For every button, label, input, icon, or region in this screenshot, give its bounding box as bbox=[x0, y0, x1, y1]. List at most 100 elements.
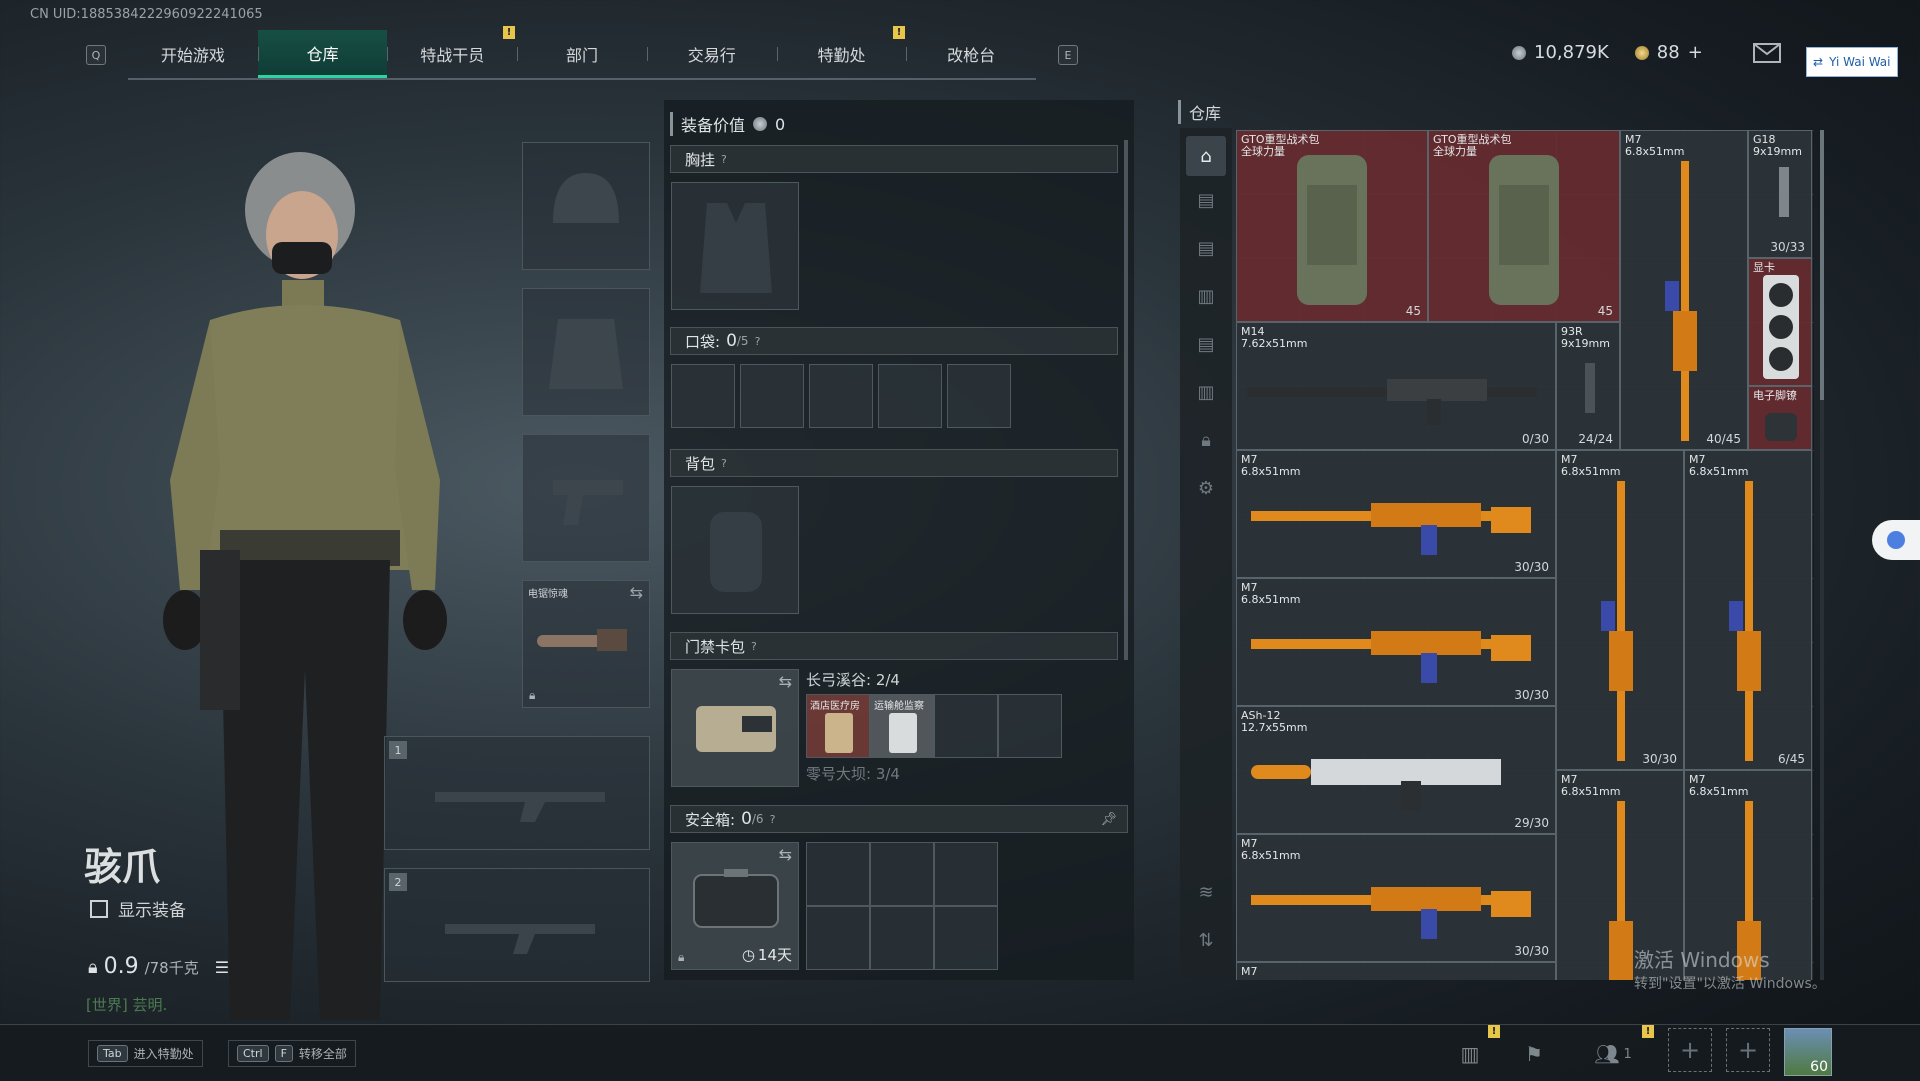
warehouse-item[interactable]: M7 6.8x51mm 30/30 bbox=[1236, 834, 1556, 962]
tab-special-ops[interactable]: 特勤处 bbox=[776, 30, 907, 78]
equipment-scrollbar[interactable] bbox=[1124, 140, 1128, 660]
tab-department[interactable]: 部门 bbox=[517, 30, 647, 78]
warehouse-item[interactable]: 电子脚镣 bbox=[1748, 386, 1812, 450]
storage-tab-icon[interactable]: ▥ bbox=[1190, 376, 1222, 408]
storage-tab-icon[interactable]: ▤ bbox=[1190, 184, 1222, 216]
user-name: Yi Wai Wai bbox=[1829, 55, 1891, 69]
assistant-float-button[interactable] bbox=[1872, 520, 1920, 560]
keycard-dam-count: 零号大坝: 3/4 bbox=[806, 765, 900, 783]
warehouse-item[interactable]: GTO重型战术包 全球力量 45 bbox=[1236, 130, 1428, 322]
enter-special-ops-hint[interactable]: Tab 进入特勤处 bbox=[88, 1040, 203, 1067]
list-icon[interactable]: ☰ bbox=[215, 958, 229, 977]
melee-slot[interactable]: 电锯惊魂 ⇆ 🔒︎ bbox=[522, 580, 650, 708]
stats-icon[interactable]: ▥ bbox=[1456, 1040, 1484, 1068]
gear-icon[interactable]: ⚙ bbox=[1190, 472, 1222, 504]
show-equipment-checkbox[interactable] bbox=[90, 899, 108, 918]
tab-trading[interactable]: 交易行 bbox=[646, 30, 777, 78]
world-chat-message[interactable]: [世界] 芸明. bbox=[86, 994, 167, 1015]
sidearm-slot[interactable] bbox=[522, 434, 650, 562]
safebox-slot[interactable]: ⇆ 🔒︎ ◷ 14天 bbox=[671, 842, 799, 970]
warehouse-home-icon[interactable]: ⌂ bbox=[1186, 136, 1226, 176]
backpack-slot[interactable] bbox=[671, 486, 799, 614]
pocket-slot[interactable] bbox=[671, 364, 735, 428]
swap-icon[interactable]: ⇆ bbox=[630, 583, 643, 602]
equipment-value: 0 bbox=[775, 114, 786, 134]
scroll-thumb[interactable] bbox=[1820, 130, 1824, 400]
tab-warehouse[interactable]: 仓库 bbox=[257, 30, 388, 78]
sort-icon[interactable]: ⇅ bbox=[1190, 924, 1222, 956]
keycard-slot[interactable] bbox=[998, 694, 1062, 758]
help-icon[interactable]: ? bbox=[721, 457, 727, 470]
safebox-grid-slot[interactable] bbox=[806, 842, 870, 906]
keycard-slot[interactable]: 运输舱监察 bbox=[870, 694, 934, 758]
safebox-grid-slot[interactable] bbox=[806, 906, 870, 970]
swap-icon[interactable]: ⇆ bbox=[779, 672, 792, 691]
warehouse-item[interactable]: M7 6.8x51mm 30/30 bbox=[1236, 450, 1556, 578]
armor-slot[interactable] bbox=[522, 288, 650, 416]
nav-right-key[interactable]: E bbox=[1058, 45, 1078, 65]
pin-icon[interactable]: 📌︎ bbox=[1100, 812, 1117, 827]
keycard-slot[interactable] bbox=[934, 694, 998, 758]
help-icon[interactable]: ? bbox=[721, 153, 727, 166]
pocket-slot[interactable] bbox=[809, 364, 873, 428]
player-avatar[interactable]: 60 bbox=[1784, 1028, 1832, 1076]
warehouse-item[interactable]: M14 7.62x51mm 0/30 bbox=[1236, 322, 1556, 450]
keycard-icon bbox=[889, 713, 917, 753]
show-equipment-toggle[interactable]: 显示装备 bbox=[90, 896, 186, 921]
nav-left-key[interactable]: Q bbox=[86, 45, 106, 65]
pocket-slot[interactable] bbox=[947, 364, 1011, 428]
warehouse-item[interactable]: GTO重型战术包 全球力量 45 bbox=[1428, 130, 1620, 322]
user-badge[interactable]: ⇄ Yi Wai Wai bbox=[1806, 47, 1898, 77]
tab-operators[interactable]: 特战干员 bbox=[387, 30, 517, 78]
safebox-grid-slot[interactable] bbox=[934, 842, 998, 906]
storage-tab-icon[interactable]: ▤ bbox=[1190, 328, 1222, 360]
help-icon[interactable]: ? bbox=[755, 335, 761, 348]
warehouse-scrollbar[interactable] bbox=[1820, 130, 1824, 980]
keycard-slot[interactable]: 酒店医疗房 bbox=[806, 694, 870, 758]
safebox-grid-slot[interactable] bbox=[934, 906, 998, 970]
warehouse-item[interactable]: ASh-12 12.7x55mm 29/30 bbox=[1236, 706, 1556, 834]
help-icon[interactable]: ? bbox=[770, 813, 776, 826]
item-count: 30/30 bbox=[1514, 688, 1549, 702]
flag-icon[interactable]: ⚑ bbox=[1520, 1040, 1548, 1068]
swap-icon[interactable]: ⇆ bbox=[779, 845, 792, 864]
friends-button[interactable]: 👥︎ 1 bbox=[1588, 1040, 1638, 1068]
keycard-case-slot[interactable]: ⇆ bbox=[671, 669, 799, 787]
safebox-grid-slot[interactable] bbox=[870, 906, 934, 970]
storage-tab-icon[interactable]: ▥ bbox=[1190, 280, 1222, 312]
storage-tab-icon[interactable]: ▤ bbox=[1190, 232, 1222, 264]
keycard-name: 运输舱监察 bbox=[874, 701, 924, 712]
keycard-case-header: 门禁卡包 ? bbox=[670, 632, 1118, 660]
layers-icon[interactable]: ≋ bbox=[1190, 876, 1222, 908]
pocket-slot[interactable] bbox=[878, 364, 942, 428]
pocket-slot[interactable] bbox=[740, 364, 804, 428]
warehouse-item[interactable]: G18 9x19mm 30/33 bbox=[1748, 130, 1812, 258]
warehouse-item[interactable]: M7 bbox=[1236, 962, 1556, 980]
tab-gunsmith[interactable]: 改枪台 bbox=[906, 30, 1036, 78]
primary-weapon-slot-1[interactable]: 1 bbox=[384, 736, 650, 850]
safebox-timer-text: 14天 bbox=[757, 946, 792, 964]
pistol-icon bbox=[1585, 363, 1595, 413]
transfer-all-hint[interactable]: Ctrl F 转移全部 bbox=[228, 1040, 356, 1067]
primary-weapon-slot-2[interactable]: 2 bbox=[384, 868, 650, 982]
warehouse-item[interactable]: M7 6.8x51mm 30/30 bbox=[1556, 450, 1684, 770]
add-squad-member-button[interactable]: + bbox=[1668, 1028, 1712, 1072]
add-squad-member-button[interactable]: + bbox=[1726, 1028, 1770, 1072]
item-name: M7 6.8x51mm bbox=[1689, 453, 1749, 478]
warehouse-item[interactable]: 93R 9x19mm 24/24 bbox=[1556, 322, 1620, 450]
warehouse-item[interactable]: M7 6.8x51mm 30/30 bbox=[1236, 578, 1556, 706]
item-name: M7 6.8x51mm bbox=[1241, 453, 1301, 478]
warehouse-item[interactable]: 显卡 bbox=[1748, 258, 1812, 386]
warehouse-item[interactable]: M7 6.8x51mm 40/45 bbox=[1620, 130, 1748, 450]
chest-rig-slot[interactable] bbox=[671, 182, 799, 310]
safebox-icon bbox=[693, 869, 779, 928]
warehouse-item[interactable]: M7 6.8x51mm 6/45 bbox=[1684, 450, 1812, 770]
gold-add-button[interactable]: + bbox=[1688, 42, 1703, 63]
tab-start-game[interactable]: 开始游戏 bbox=[128, 30, 258, 78]
help-icon[interactable]: ? bbox=[751, 640, 757, 653]
rifle-icon bbox=[1251, 631, 1531, 683]
mail-icon[interactable] bbox=[1752, 42, 1781, 63]
safebox-grid-slot[interactable] bbox=[870, 842, 934, 906]
operator-name: 骇爪 bbox=[84, 845, 161, 889]
helmet-slot[interactable] bbox=[522, 142, 650, 270]
